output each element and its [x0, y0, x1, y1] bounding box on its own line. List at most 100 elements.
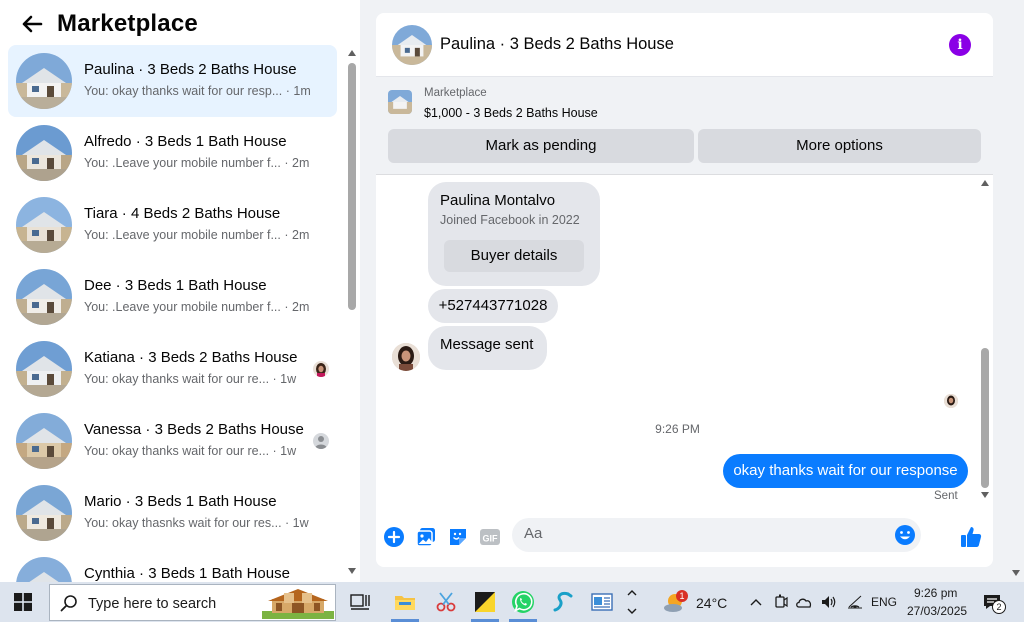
- listing-thumbnail: [16, 125, 72, 181]
- conversation-time: · 1w: [285, 516, 309, 530]
- house-photo-icon: [16, 53, 72, 109]
- conversation-preview: You: okay thanks wait for our re... · 1w: [84, 444, 296, 458]
- sidebar-scrollbar[interactable]: [345, 45, 359, 582]
- conversation-row[interactable]: Katiana · 3 Beds 2 Baths House You: okay …: [8, 333, 337, 405]
- conversation-time: · 1w: [272, 372, 297, 386]
- conversation-preview-text: You: okay thasnks wait for our res...: [84, 516, 282, 530]
- chevron-up-icon: [627, 590, 637, 596]
- buyer-name: Paulina Montalvo: [440, 192, 556, 209]
- file-explorer-icon[interactable]: [393, 590, 417, 614]
- search-icon: [60, 595, 77, 612]
- listing-thumbnail[interactable]: [392, 25, 432, 65]
- house-photo-icon: [16, 125, 72, 181]
- conversation-preview: You: okay thasnks wait for our res... · …: [84, 516, 309, 530]
- sticky-notes-icon[interactable]: [473, 590, 497, 614]
- mark-as-pending-button[interactable]: Mark as pending: [388, 129, 694, 163]
- conversation-row[interactable]: Vanessa · 3 Beds 2 Baths House You: okay …: [8, 405, 337, 477]
- onedrive-cloud-icon[interactable]: [795, 595, 813, 609]
- house-photo-icon: [16, 269, 72, 325]
- phone-message-bubble: +527443771028: [428, 289, 558, 323]
- photo-icon[interactable]: [415, 526, 437, 548]
- message-sent-bubble: Message sent: [428, 326, 547, 370]
- conversation-row[interactable]: Paulina · 3 Beds 2 Baths House You: okay …: [8, 45, 337, 117]
- house-photo-icon: [388, 90, 412, 114]
- search-placeholder: Type here to search: [88, 596, 217, 612]
- chat-panel: Paulina · 3 Beds 2 Baths House i Marketp…: [376, 13, 993, 567]
- app-s-icon[interactable]: [551, 590, 575, 614]
- emoji-icon[interactable]: [894, 524, 916, 546]
- listing-thumbnail: [16, 269, 72, 325]
- whatsapp-icon[interactable]: [511, 590, 535, 614]
- sent-status: Sent: [934, 490, 958, 502]
- conversation-preview: You: .Leave your mobile number f... · 2m: [84, 300, 309, 314]
- windows-start-icon[interactable]: [14, 593, 32, 611]
- conversation-name: Alfredo · 3 Beds 1 Bath House: [84, 133, 287, 150]
- house-photo-icon: [16, 341, 72, 397]
- conversation-sidebar: Marketplace Paulina · 3 Beds 2 Baths Hou…: [0, 0, 360, 582]
- buyer-joined: Joined Facebook in 2022: [440, 213, 580, 227]
- message-thread: Paulina Montalvo Joined Facebook in 2022…: [376, 176, 993, 512]
- sidebar-header: Marketplace: [0, 0, 360, 44]
- weather-temperature[interactable]: 24°C: [696, 595, 727, 611]
- house-photo-icon: [392, 25, 432, 65]
- read-receipt-avatar: [944, 394, 958, 408]
- gif-icon[interactable]: GIF: [479, 526, 501, 548]
- network-icon[interactable]: [847, 595, 863, 609]
- svg-text:GIF: GIF: [483, 534, 499, 544]
- conversation-time: · 2m: [284, 300, 310, 314]
- chat-title[interactable]: Paulina · 3 Beds 2 Baths House: [440, 35, 674, 54]
- info-icon[interactable]: i: [949, 34, 971, 56]
- more-options-button[interactable]: More options: [698, 129, 981, 163]
- volume-icon[interactable]: [820, 594, 838, 610]
- chevron-down-icon: [627, 608, 637, 614]
- house-photo-icon: [16, 413, 72, 469]
- conversation-row[interactable]: Mario · 3 Beds 1 Bath House You: okay tha…: [8, 477, 337, 549]
- meet-now-icon[interactable]: [774, 594, 788, 610]
- conversation-name: Mario · 3 Beds 1 Bath House: [84, 493, 277, 510]
- sticker-icon[interactable]: [447, 526, 469, 548]
- thread-scrollbar[interactable]: [978, 176, 992, 512]
- chat-header: Paulina · 3 Beds 2 Baths House i: [376, 13, 993, 77]
- conversation-row[interactable]: Tiara · 4 Beds 2 Baths House You: .Leave …: [8, 189, 337, 261]
- message-input[interactable]: [524, 525, 904, 542]
- listing-mini-thumbnail[interactable]: [388, 90, 412, 114]
- notification-count-badge: 2: [992, 600, 1006, 614]
- conversation-row[interactable]: Alfredo · 3 Beds 1 Bath House You: .Leave…: [8, 117, 337, 189]
- taskbar-overflow-arrows[interactable]: [627, 586, 637, 618]
- clock-date[interactable]: 27/03/2025: [907, 604, 967, 618]
- conversation-preview: You: okay thanks wait for our resp... · …: [84, 84, 311, 98]
- conversation-row[interactable]: Cynthia · 3 Beds 1 Bath House: [8, 549, 337, 582]
- read-receipt-avatar: [313, 361, 329, 377]
- buyer-details-button[interactable]: Buyer details: [444, 240, 584, 272]
- house-photo-icon: [16, 485, 72, 541]
- news-widget-icon[interactable]: [590, 590, 614, 614]
- thumbs-up-icon[interactable]: [959, 525, 983, 549]
- listing-category: Marketplace: [424, 87, 487, 99]
- buyer-avatar[interactable]: [392, 343, 420, 371]
- chevron-up-icon[interactable]: [750, 597, 762, 607]
- listing-banner: Marketplace $1,000 - 3 Beds 2 Baths Hous…: [376, 77, 993, 175]
- conversation-preview-text: You: okay thanks wait for our re...: [84, 372, 270, 386]
- conversation-time: · 2m: [284, 228, 310, 242]
- input-language[interactable]: ENG: [871, 595, 897, 609]
- conversation-name: Dee · 3 Beds 1 Bath House: [84, 277, 267, 294]
- conversation-preview-text: You: .Leave your mobile number f...: [84, 156, 281, 170]
- task-view-icon[interactable]: [348, 590, 372, 614]
- conversation-preview: You: okay thanks wait for our re... · 1w: [84, 372, 296, 386]
- listing-thumbnail: [16, 341, 72, 397]
- plus-circle-icon[interactable]: [383, 526, 405, 548]
- listing-thumbnail: [16, 53, 72, 109]
- taskbar-search-box[interactable]: Type here to search: [49, 584, 336, 621]
- snipping-tool-icon[interactable]: [434, 590, 458, 614]
- back-arrow-icon[interactable]: [20, 12, 44, 36]
- listing-thumbnail: [16, 197, 72, 253]
- clock-time[interactable]: 9:26 pm: [914, 586, 957, 600]
- page-scrollbar[interactable]: [1008, 0, 1024, 582]
- conversation-preview-text: You: okay thanks wait for our resp...: [84, 84, 283, 98]
- buyer-card: Paulina Montalvo Joined Facebook in 2022…: [428, 182, 600, 286]
- conversation-row[interactable]: Dee · 3 Beds 1 Bath House You: .Leave you…: [8, 261, 337, 333]
- conversation-preview-text: You: okay thanks wait for our re...: [84, 444, 270, 458]
- house-photo-icon: [16, 557, 72, 582]
- listing-price-title[interactable]: $1,000 - 3 Beds 2 Baths House: [424, 106, 598, 120]
- conversation-time: · 2m: [284, 156, 310, 170]
